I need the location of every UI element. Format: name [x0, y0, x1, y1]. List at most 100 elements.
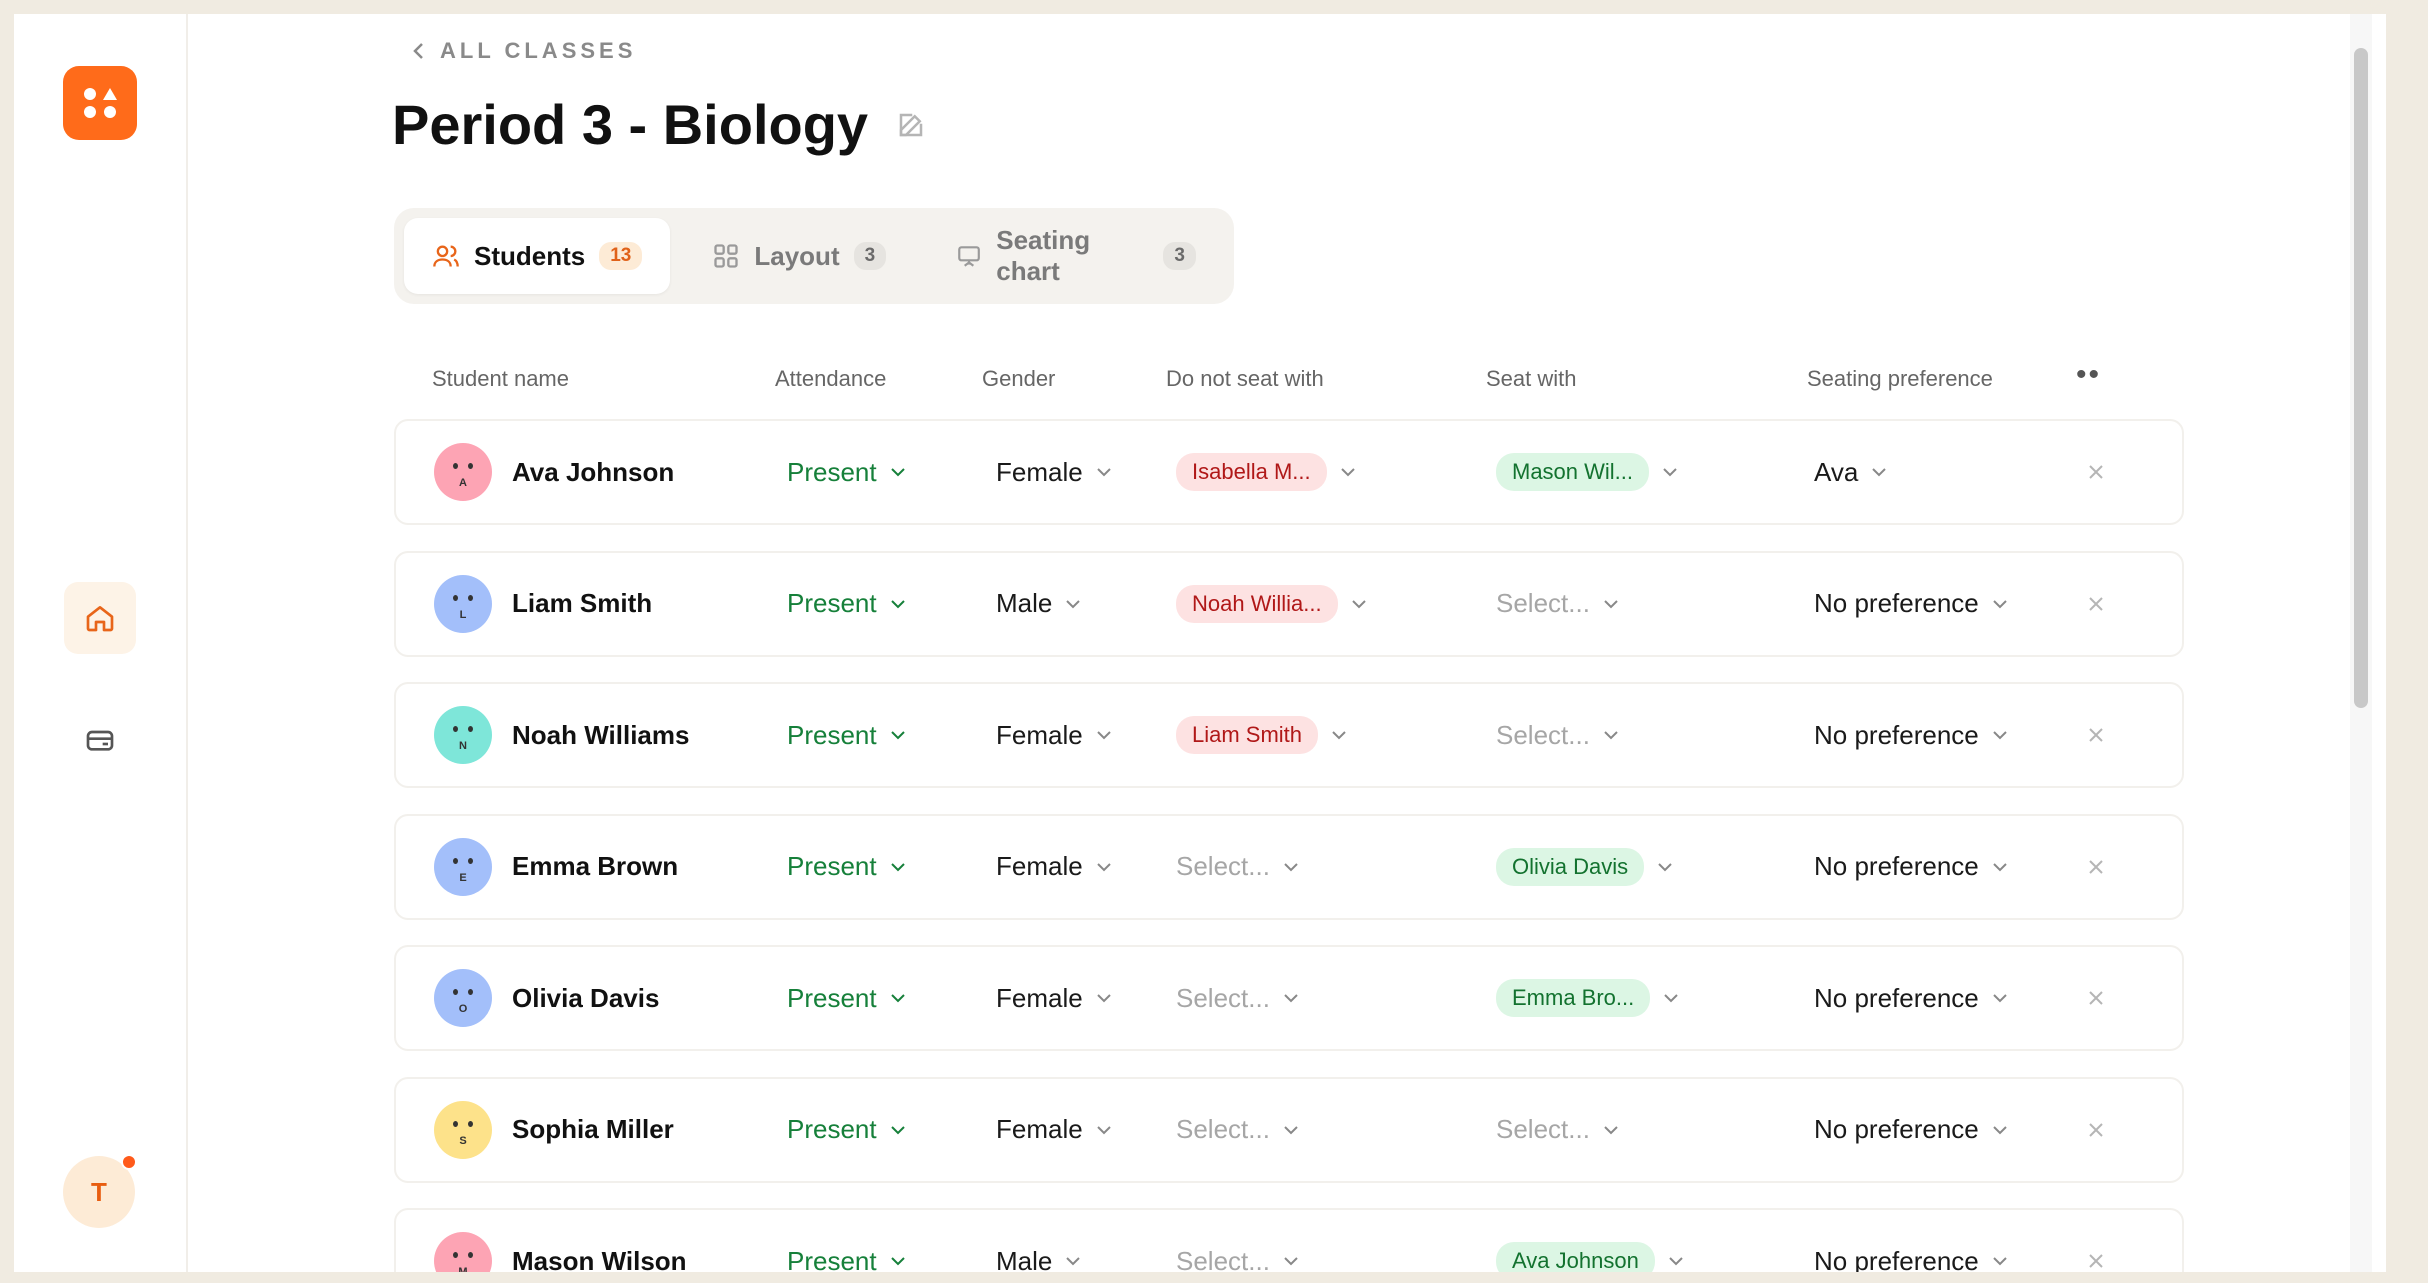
remove-student-button[interactable]: [2086, 1210, 2106, 1272]
tab-seating-chart[interactable]: Seating chart 3: [928, 218, 1224, 294]
seating-preference-dropdown[interactable]: No preference: [1814, 553, 2009, 655]
do-not-seat-placeholder: Select...: [1176, 851, 1270, 881]
student-avatar: O: [434, 969, 492, 1027]
tab-seating-chart-label: Seating chart: [996, 225, 1091, 286]
seat-with-placeholder: Select...: [1496, 719, 1590, 750]
seating-preference-dropdown[interactable]: No preference: [1814, 1079, 2009, 1181]
chevron-down-icon: [890, 731, 905, 740]
seat-with-dropdown[interactable]: Mason Wil...: [1496, 421, 1679, 523]
chevron-down-icon: [1332, 731, 1346, 740]
chevron-down-icon: [1066, 599, 1081, 608]
seating-preference-dropdown[interactable]: Ava: [1814, 421, 1888, 523]
remove-student-button[interactable]: [2086, 421, 2106, 523]
remove-student-button[interactable]: [2086, 816, 2106, 918]
logo-dot-icon: [84, 88, 96, 100]
seating-preference-value: No preference: [1814, 719, 1979, 750]
chevron-down-icon: [890, 1125, 905, 1134]
gender-dropdown[interactable]: Female: [996, 816, 1113, 918]
gender-dropdown[interactable]: Female: [996, 684, 1113, 786]
col-seating-preference: Seating preference: [1807, 366, 1993, 391]
nav-home[interactable]: [64, 582, 136, 654]
remove-student-button[interactable]: [2086, 1079, 2106, 1181]
do-not-seat-dropdown[interactable]: Select...: [1176, 947, 1300, 1049]
do-not-seat-dropdown[interactable]: Isabella M...: [1176, 421, 1357, 523]
page-title: Period 3 - Biology: [392, 92, 926, 157]
close-icon: [2089, 728, 2103, 742]
chevron-down-icon: [890, 468, 905, 477]
tab-seating-chart-count: 3: [1163, 242, 1196, 270]
do-not-seat-placeholder: Select...: [1176, 1245, 1270, 1273]
attendance-dropdown[interactable]: Present: [787, 553, 907, 655]
seat-with-pill: Ava Johnson: [1496, 1242, 1655, 1272]
grid-icon: [714, 244, 739, 268]
tab-students-label: Students: [474, 240, 586, 271]
seat-with-dropdown[interactable]: Select...: [1496, 684, 1620, 786]
seat-with-pill: Emma Bro...: [1496, 979, 1651, 1017]
back-link[interactable]: ALL CLASSES: [412, 38, 636, 64]
scrollbar-thumb[interactable]: [2354, 48, 2368, 708]
gender-dropdown[interactable]: Female: [996, 421, 1113, 523]
chevron-down-icon: [1993, 1125, 2007, 1134]
student-avatar: S: [434, 1100, 492, 1159]
table-row: O Olivia Davis Present Female Select... Emma …: [394, 945, 2184, 1051]
gender-dropdown[interactable]: Female: [996, 947, 1113, 1049]
remove-student-button[interactable]: [2086, 947, 2106, 1049]
attendance-dropdown[interactable]: Present: [787, 1079, 907, 1181]
student-name: Emma Brown: [512, 851, 679, 881]
seat-with-dropdown[interactable]: Select...: [1496, 1079, 1620, 1181]
tab-students[interactable]: Students 13: [404, 218, 671, 294]
do-not-seat-dropdown[interactable]: Select...: [1176, 1210, 1300, 1272]
scrollbar[interactable]: [2350, 14, 2372, 1272]
remove-student-button[interactable]: [2086, 553, 2106, 655]
more-columns-icon[interactable]: ••: [2076, 358, 2101, 392]
attendance-value: Present: [787, 1114, 877, 1144]
attendance-dropdown[interactable]: Present: [787, 947, 907, 1049]
gender-value: Female: [996, 982, 1083, 1013]
seating-preference-dropdown[interactable]: No preference: [1814, 1210, 2009, 1272]
tab-layout-count: 3: [853, 242, 887, 270]
tab-layout[interactable]: Layout 3: [684, 218, 914, 294]
user-avatar[interactable]: T: [63, 1154, 137, 1228]
nav-billing[interactable]: [64, 704, 136, 776]
seating-preference-dropdown[interactable]: No preference: [1814, 684, 2009, 786]
table-row: A Ava Johnson Present Female Isabella M... Ma…: [394, 419, 2184, 525]
gender-value: Female: [996, 851, 1083, 881]
seat-with-dropdown[interactable]: Olivia Davis: [1496, 816, 1674, 918]
attendance-dropdown[interactable]: Present: [787, 1210, 907, 1272]
seat-with-placeholder: Select...: [1496, 588, 1590, 618]
chevron-down-icon: [1351, 599, 1366, 608]
col-seat-with: Seat with: [1486, 366, 1577, 391]
remove-student-button[interactable]: [2086, 684, 2106, 786]
seat-with-dropdown[interactable]: Emma Bro...: [1496, 947, 1680, 1049]
chevron-down-icon: [890, 994, 905, 1003]
chevron-down-icon: [1096, 1125, 1111, 1134]
attendance-dropdown[interactable]: Present: [787, 684, 907, 786]
sidebar: T: [14, 14, 188, 1272]
attendance-dropdown[interactable]: Present: [787, 421, 907, 523]
gender-dropdown[interactable]: Female: [996, 1079, 1113, 1181]
seating-preference-dropdown[interactable]: No preference: [1814, 947, 2009, 1049]
student-cell: O Olivia Davis: [434, 947, 659, 1049]
do-not-seat-dropdown[interactable]: Select...: [1176, 816, 1300, 918]
do-not-seat-dropdown[interactable]: Noah Willia...: [1176, 553, 1368, 655]
do-not-seat-dropdown[interactable]: Select...: [1176, 1079, 1300, 1181]
table-row: E Emma Brown Present Female Select... Olivia …: [394, 813, 2184, 920]
seat-with-dropdown[interactable]: Ava Johnson: [1496, 1210, 1685, 1272]
attendance-value: Present: [787, 456, 877, 487]
do-not-seat-dropdown[interactable]: Liam Smith: [1176, 684, 1348, 786]
edit-icon[interactable]: [896, 110, 926, 140]
gender-dropdown[interactable]: Male: [996, 1210, 1082, 1272]
chevron-down-icon: [1096, 468, 1111, 477]
do-not-seat-placeholder: Select...: [1176, 982, 1270, 1013]
chevron-down-icon: [1993, 731, 2007, 740]
seat-with-dropdown[interactable]: Select...: [1496, 553, 1620, 655]
seating-preference-dropdown[interactable]: No preference: [1814, 816, 2009, 918]
credit-card-icon: [86, 730, 114, 751]
seating-preference-value: No preference: [1814, 982, 1979, 1013]
close-icon: [2089, 596, 2103, 611]
gender-dropdown[interactable]: Male: [996, 553, 1082, 655]
do-not-seat-pill: Liam Smith: [1176, 716, 1319, 754]
attendance-dropdown[interactable]: Present: [787, 816, 907, 918]
chevron-down-icon: [1993, 994, 2007, 1003]
app-logo[interactable]: [63, 66, 137, 140]
